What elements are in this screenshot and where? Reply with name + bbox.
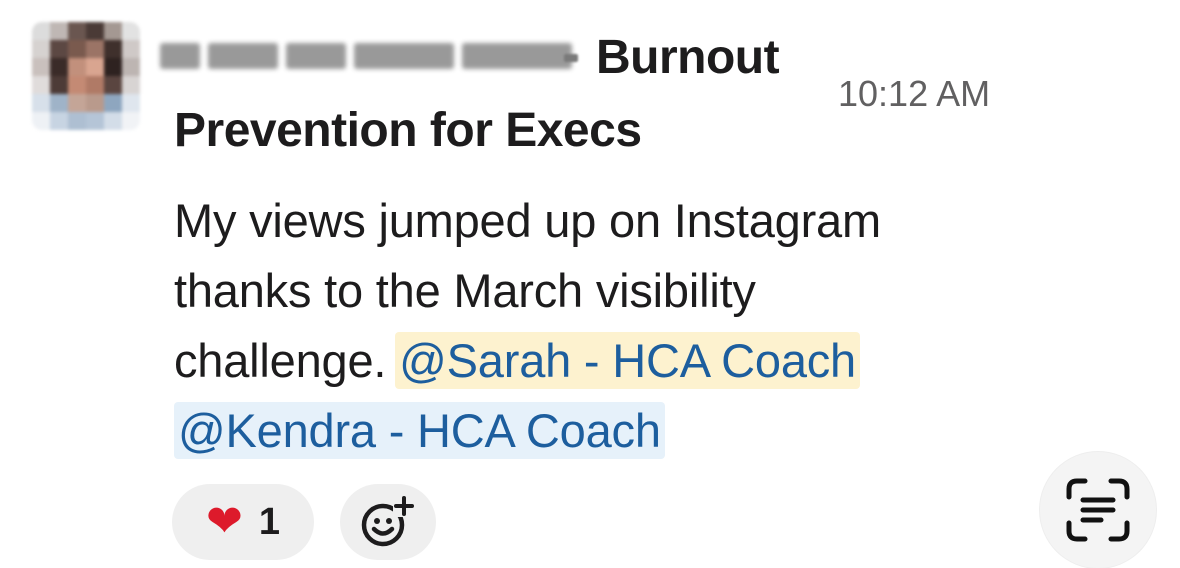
live-text-scan-button[interactable] <box>1040 452 1156 568</box>
message-text-line4-wrapper: @Kendra - HCA Coach <box>174 396 1114 466</box>
name-separator <box>564 54 578 62</box>
message-timestamp[interactable]: 10:12 AM <box>838 72 990 116</box>
live-text-scan-icon <box>1066 478 1130 542</box>
mention-sarah[interactable]: @Sarah - HCA Coach <box>395 332 860 389</box>
channel-name-line1[interactable]: Burnout <box>596 30 780 86</box>
message-body: My views jumped up on Instagram thanks t… <box>174 186 1114 466</box>
message-text-line2: thanks to the March visibility <box>174 264 756 317</box>
reaction-count: 1 <box>258 500 280 543</box>
message-text-line3: challenge. <box>174 334 387 387</box>
mention-kendra[interactable]: @Kendra - HCA Coach <box>174 402 665 459</box>
add-emoji-icon <box>361 495 415 547</box>
add-reaction-button[interactable] <box>340 484 436 560</box>
red-heart-icon: ❤ <box>205 496 243 547</box>
reaction-heart-button[interactable]: ❤ 1 <box>172 484 314 560</box>
avatar[interactable] <box>32 22 140 130</box>
message-text-line1: My views jumped up on Instagram <box>174 194 881 247</box>
message-text-line3-wrapper: challenge. @Sarah - HCA Coach <box>174 326 1114 396</box>
channel-name-line2[interactable]: Prevention for Execs <box>174 103 642 159</box>
sender-name-redacted[interactable] <box>160 32 580 80</box>
